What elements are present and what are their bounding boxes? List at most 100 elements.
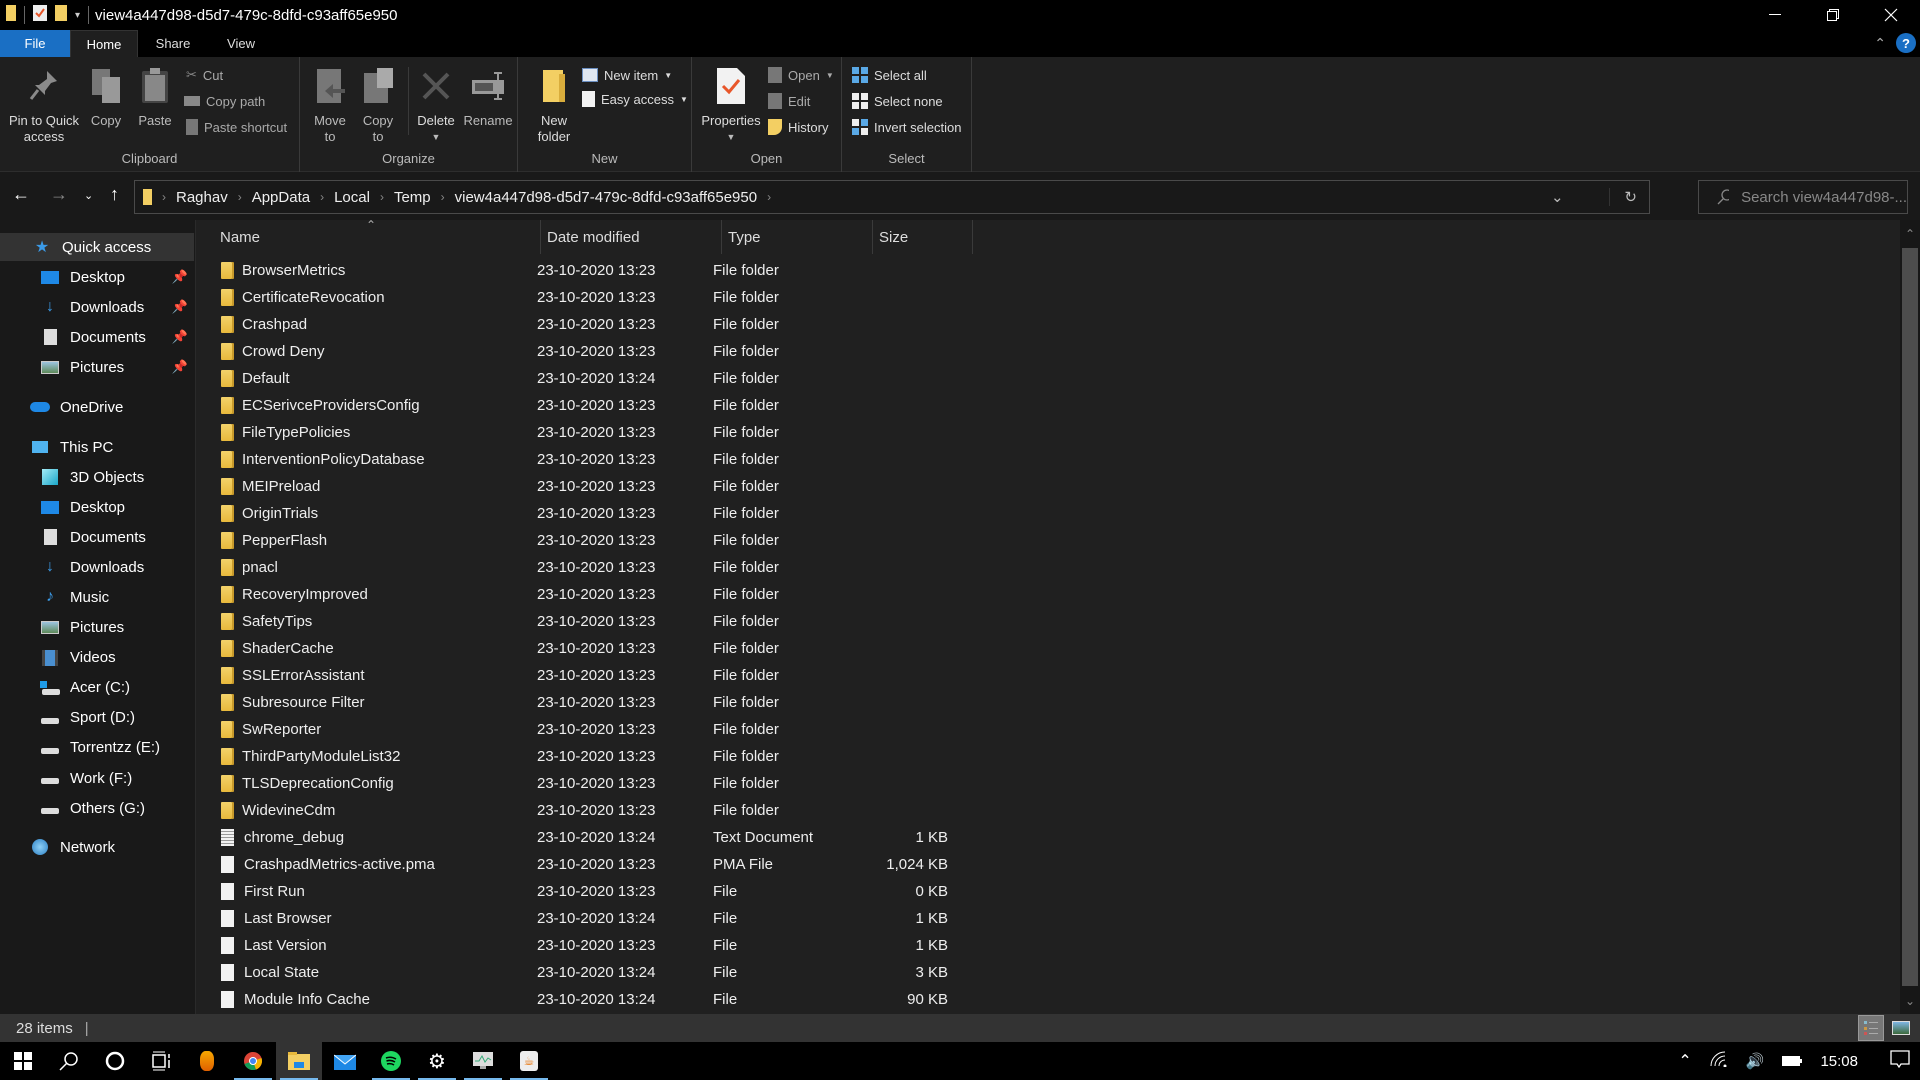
file-row[interactable]: MEIPreload 23-10-2020 13:23 File folder [196,473,976,500]
file-row[interactable]: BrowserMetrics 23-10-2020 13:23 File folde… [196,257,976,284]
properties-icon[interactable] [33,5,47,25]
taskbar-app-chrome[interactable] [230,1042,276,1080]
chevron-right-icon[interactable]: › [380,190,384,204]
up-button[interactable]: ↑ [110,184,119,205]
file-row[interactable]: InterventionPolicyDatabase 23-10-2020 13:… [196,446,976,473]
file-row[interactable]: OriginTrials 23-10-2020 13:23 File folder [196,500,976,527]
file-row[interactable]: Last Browser 23-10-2020 13:24 File 1 KB [196,905,976,932]
chevron-right-icon[interactable]: › [162,190,166,204]
tab-file[interactable]: File [0,30,70,57]
chevron-right-icon[interactable]: › [238,190,242,204]
paste-shortcut-button[interactable]: Paste shortcut [186,117,287,137]
breadcrumb-item[interactable]: AppData [252,189,310,206]
pin-icon[interactable]: 📌 [172,269,188,285]
taskbar-app-mail[interactable] [322,1042,368,1080]
task-view-button[interactable] [138,1042,184,1080]
delete-button[interactable]: Delete ▼ [414,63,458,145]
sidebar-item-downloads[interactable]: ↓ Downloads 📌 [0,293,194,321]
cut-button[interactable]: ✂ Cut [186,65,223,85]
breadcrumb-item[interactable]: Local [334,189,370,206]
file-row[interactable]: SafetyTips 23-10-2020 13:23 File folder [196,608,976,635]
copy-path-button[interactable]: Copy path [184,91,265,111]
pin-icon[interactable]: 📌 [172,299,188,315]
restore-button[interactable] [1804,0,1862,30]
volume-icon[interactable]: 🔊 [1746,1052,1765,1070]
taskbar-app-settings[interactable]: ⚙ [414,1042,460,1080]
file-row[interactable]: WidevineCdm 23-10-2020 13:23 File folder [196,797,976,824]
vertical-scrollbar[interactable]: ⌃ ⌄ [1900,220,1920,1014]
sidebar-item-documents[interactable]: Documents [0,523,194,551]
scroll-down-button[interactable]: ⌄ [1900,987,1920,1014]
action-center-icon[interactable] [1876,1050,1910,1072]
file-row[interactable]: FileTypePolicies 23-10-2020 13:23 File fol… [196,419,976,446]
pin-icon[interactable]: 📌 [172,359,188,375]
file-row[interactable]: CertificateRevocation 23-10-2020 13:23 Fil… [196,284,976,311]
file-row[interactable]: ShaderCache 23-10-2020 13:23 File folder [196,635,976,662]
sidebar-item-this-pc[interactable]: This PC [0,433,194,461]
sidebar-item-desktop[interactable]: Desktop 📌 [0,263,194,291]
large-icons-view-button[interactable] [1888,1015,1914,1041]
select-none-button[interactable]: Select none [852,91,943,111]
open-button[interactable]: Open ▼ [768,65,834,85]
taskbar-app-spotify[interactable] [368,1042,414,1080]
column-size[interactable]: Size [873,220,973,254]
minimize-button[interactable] [1746,0,1804,30]
file-row[interactable]: Local State 23-10-2020 13:24 File 3 KB [196,959,976,986]
copy-to-button[interactable]: Copy to [358,63,398,145]
properties-button[interactable]: Properties ▼ [696,63,766,145]
taskbar-app-file-explorer[interactable] [276,1042,322,1080]
close-button[interactable] [1862,0,1920,30]
collapse-ribbon-icon[interactable]: ⌃ [1874,35,1886,52]
file-row[interactable]: chrome_debug 23-10-2020 13:24 Text Documen… [196,824,976,851]
chevron-right-icon[interactable]: › [320,190,324,204]
breadcrumb-item[interactable]: view4a447d98-d5d7-479c-8dfd-c93aff65e950 [455,189,757,206]
cortana-button[interactable] [92,1042,138,1080]
file-row[interactable]: Last Version 23-10-2020 13:23 File 1 KB [196,932,976,959]
sidebar-item-pictures[interactable]: Pictures [0,614,194,642]
select-all-button[interactable]: Select all [852,65,927,85]
file-row[interactable]: ThirdPartyModuleList32 23-10-2020 13:23 Fi… [196,743,976,770]
column-name[interactable]: ⌃ Name [196,218,541,254]
refresh-button[interactable]: ↻ [1609,188,1637,206]
wifi-icon[interactable] [1710,1051,1728,1071]
sidebar-item-desktop[interactable]: Desktop [0,493,194,521]
new-folder-icon[interactable] [55,5,67,25]
new-folder-button[interactable]: New folder [532,63,576,145]
sidebar-item-work-f[interactable]: Work (F:) [0,764,194,792]
file-row[interactable]: ECSerivceProvidersConfig 23-10-2020 13:23… [196,392,976,419]
file-row[interactable]: Crowd Deny 23-10-2020 13:23 File folder [196,338,976,365]
breadcrumb-item[interactable]: Raghav [176,189,228,206]
sidebar-item-music[interactable]: ♪ Music [0,583,194,611]
recent-locations-button[interactable]: ⌄ [84,189,93,202]
easy-access-button[interactable]: Easy access ▼ [582,89,688,109]
pin-icon[interactable]: 📌 [172,329,188,345]
file-row[interactable]: Module Info Cache 23-10-2020 13:24 File 90 … [196,986,976,1013]
sidebar-item-downloads[interactable]: ↓ Downloads [0,553,194,581]
sidebar-item-acer-c[interactable]: Acer (C:) [0,674,194,702]
move-to-button[interactable]: Move to [310,63,350,145]
sidebar-item-documents[interactable]: Documents 📌 [0,323,194,351]
new-item-button[interactable]: New item ▼ [582,65,672,85]
customize-toolbar-icon[interactable]: ▾ [75,10,80,21]
search-box[interactable]: Search view4a447d98-... [1698,180,1908,214]
file-row[interactable]: Subresource Filter 23-10-2020 13:23 File f… [196,689,976,716]
rename-button[interactable]: Rename [463,63,513,129]
file-row[interactable]: Default 23-10-2020 13:24 File folder [196,365,976,392]
sidebar-item-onedrive[interactable]: OneDrive [0,393,194,421]
paste-button[interactable]: Paste [135,63,175,129]
taskbar-app-resource-monitor[interactable] [460,1042,506,1080]
tab-home[interactable]: Home [70,30,138,57]
start-button[interactable] [0,1042,46,1080]
details-view-button[interactable] [1858,1015,1884,1041]
taskbar-app-fl-studio[interactable] [184,1042,230,1080]
file-row[interactable]: pnacl 23-10-2020 13:23 File folder [196,554,976,581]
scrollbar-thumb[interactable] [1902,248,1918,986]
clock[interactable]: 15:08 [1820,1053,1858,1070]
taskbar-app-java[interactable]: ☕ [506,1042,552,1080]
file-row[interactable]: PepperFlash 23-10-2020 13:23 File folder [196,527,976,554]
address-dropdown-button[interactable]: ⌄ [1551,188,1564,206]
column-date-modified[interactable]: Date modified [541,220,722,254]
invert-selection-button[interactable]: Invert selection [852,117,961,137]
file-row[interactable]: First Run 23-10-2020 13:23 File 0 KB [196,878,976,905]
history-button[interactable]: History [768,117,828,137]
